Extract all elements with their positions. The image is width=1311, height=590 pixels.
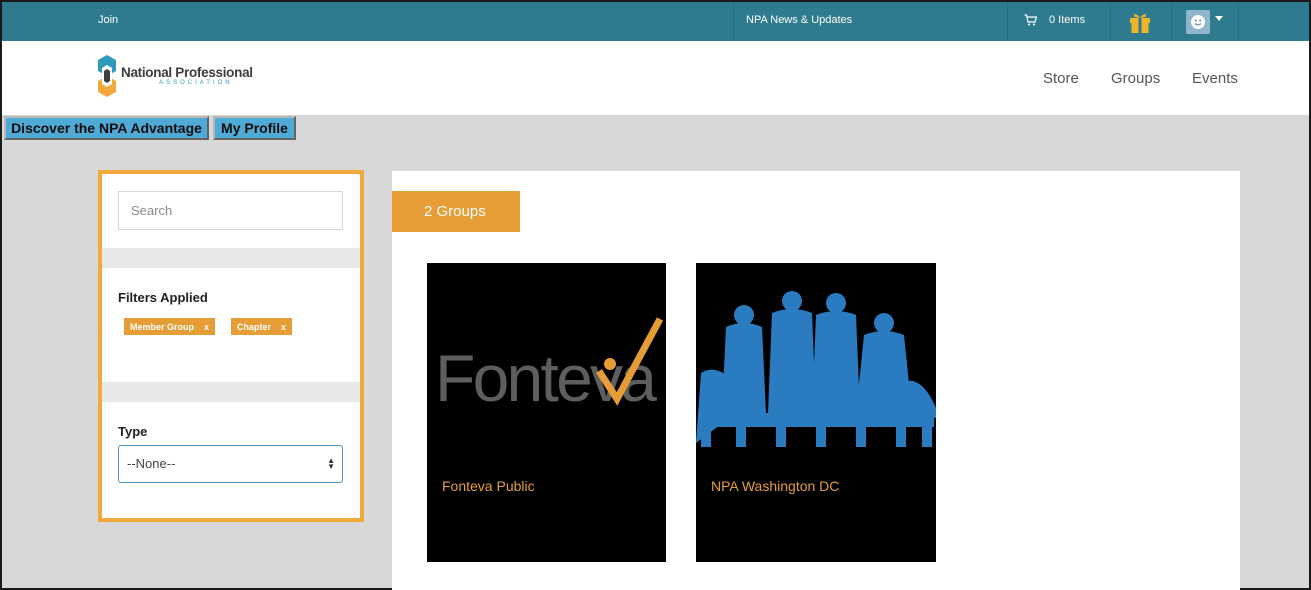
- divider: [1171, 2, 1172, 41]
- groups-count-badge: 2 Groups: [392, 191, 520, 232]
- type-select[interactable]: --None-- ▲ ▼: [118, 445, 343, 483]
- remove-filter-icon[interactable]: x: [281, 322, 286, 332]
- filter-panel: Filters Applied Member Group x Chapter x…: [98, 170, 364, 522]
- logo-subtitle: ASSOCIATION: [159, 80, 233, 86]
- search-section: [102, 174, 360, 248]
- type-label: Type: [118, 424, 148, 439]
- filters-applied-section: Filters Applied Member Group x Chapter x: [102, 268, 360, 382]
- my-profile-button[interactable]: My Profile: [213, 116, 296, 140]
- group-card[interactable]: NPA Washington DC: [696, 263, 936, 562]
- group-name: NPA Washington DC: [711, 478, 840, 494]
- type-select-value: --None--: [127, 456, 176, 471]
- gift-icon[interactable]: [1128, 10, 1152, 34]
- logo-name: National Professional: [121, 65, 253, 80]
- type-section: Type --None-- ▲ ▼: [102, 402, 360, 518]
- group-name: Fonteva Public: [442, 478, 535, 494]
- filter-tag[interactable]: Chapter x: [231, 318, 293, 335]
- divider: [1238, 2, 1239, 41]
- logo[interactable]: National Professional ASSOCIATION: [97, 55, 253, 97]
- filter-tag[interactable]: Member Group x: [124, 318, 216, 335]
- remove-filter-icon[interactable]: x: [204, 322, 209, 332]
- join-link[interactable]: Join: [98, 14, 118, 26]
- npa-advantage-button[interactable]: Discover the NPA Advantage: [4, 116, 209, 140]
- divider: [1007, 2, 1008, 41]
- user-face-icon: [1191, 15, 1205, 29]
- nav-groups[interactable]: Groups: [1111, 70, 1160, 87]
- news-link[interactable]: NPA News & Updates: [746, 14, 852, 26]
- divider: [1110, 2, 1111, 41]
- fonteva-logo-image: Fonteva: [435, 317, 664, 415]
- filters-applied-title: Filters Applied: [118, 290, 208, 305]
- site-header: National Professional ASSOCIATION Store …: [2, 41, 1309, 115]
- select-arrows-icon: ▲ ▼: [327, 456, 335, 471]
- avatar[interactable]: [1186, 10, 1210, 34]
- filter-tag-label: Chapter: [237, 321, 272, 332]
- top-bar: Join NPA News & Updates 0 Items: [2, 2, 1309, 41]
- group-card[interactable]: Fonteva Fonteva Public: [427, 263, 666, 562]
- cart-count: 0 Items: [1049, 14, 1086, 26]
- nav-store[interactable]: Store: [1043, 70, 1079, 87]
- logo-hexagon-icon: [98, 55, 116, 97]
- group-people-image: [696, 291, 936, 447]
- nav-events[interactable]: Events: [1192, 70, 1238, 87]
- cart-icon: [1024, 14, 1037, 26]
- search-input[interactable]: [118, 191, 343, 230]
- groups-content: 2 Groups Fonteva Fonteva Public NPA Wash…: [392, 171, 1240, 590]
- fonteva-logo-text: Fonteva: [435, 341, 657, 415]
- divider: [733, 2, 734, 41]
- cart-button[interactable]: 0 Items: [1024, 14, 1085, 26]
- filter-tag-label: Member Group: [130, 321, 195, 332]
- chevron-down-icon[interactable]: [1215, 16, 1223, 21]
